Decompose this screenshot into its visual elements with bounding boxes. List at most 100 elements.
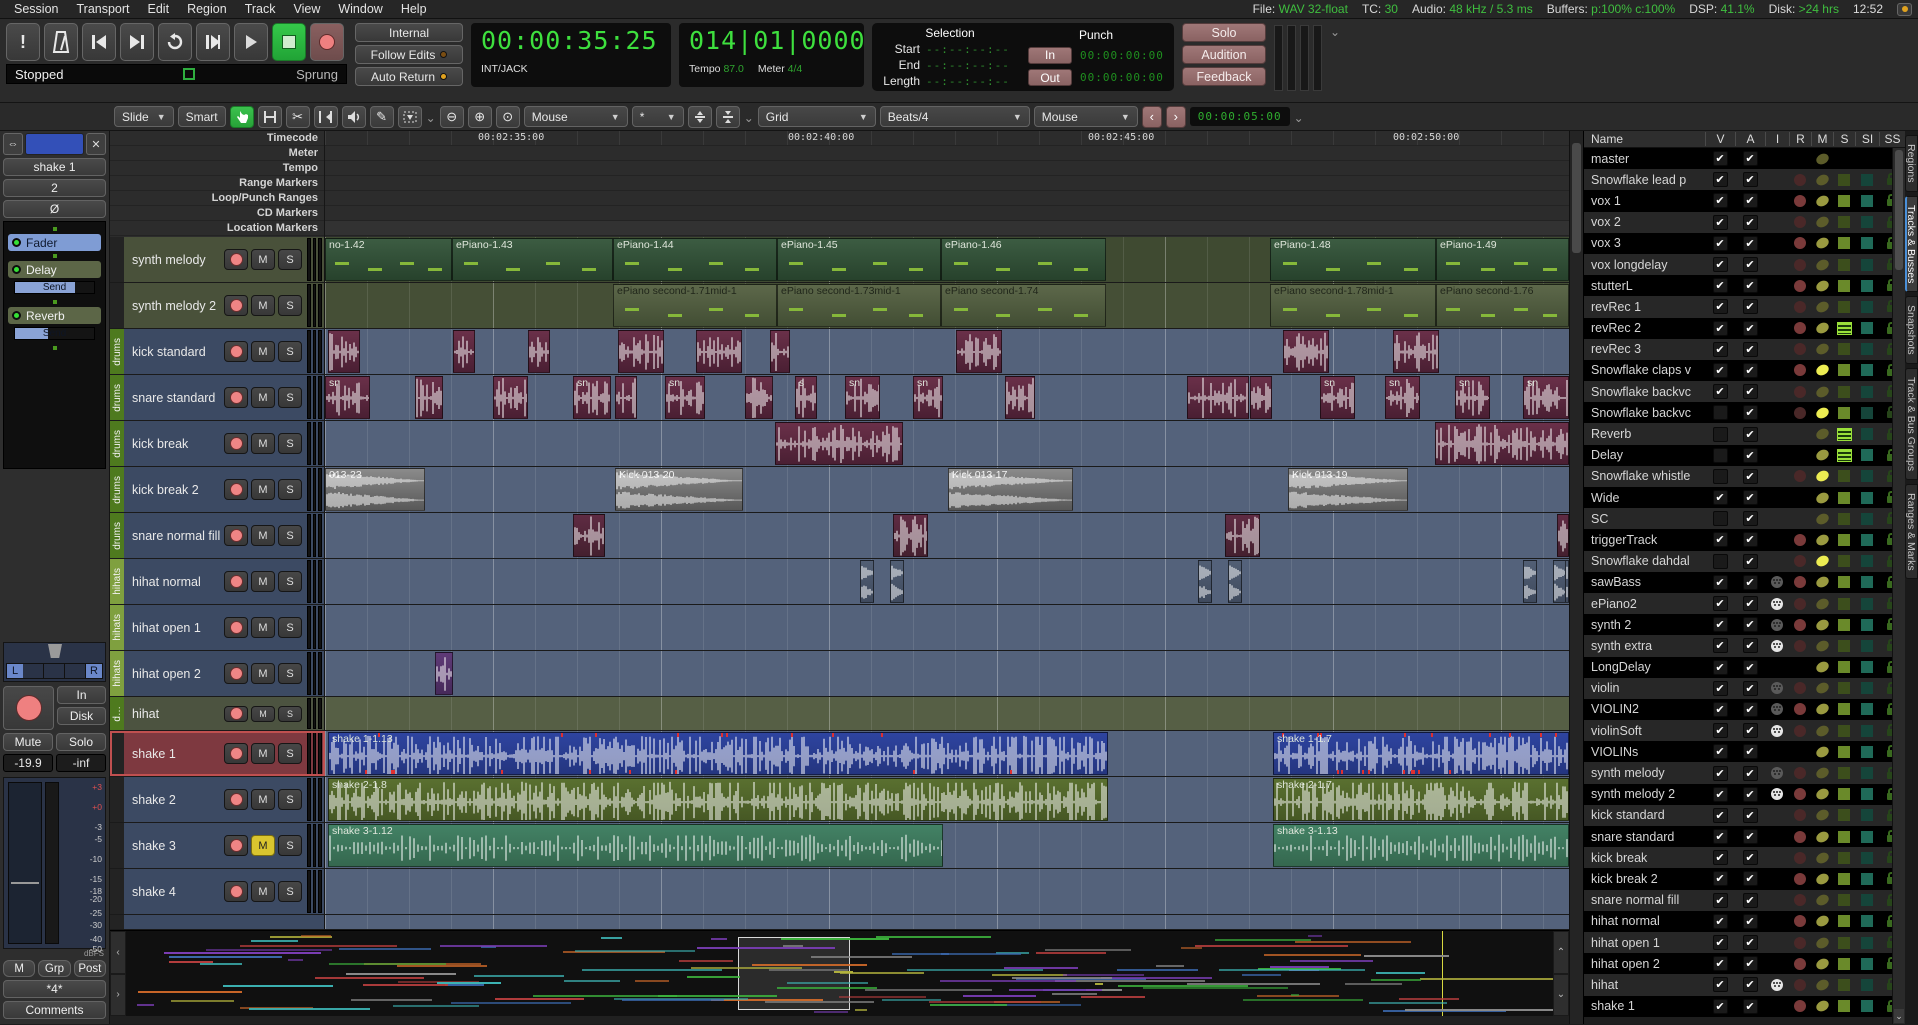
summary-zoom-in-button[interactable]: ⌃ — [1553, 931, 1569, 974]
solo-isolate-icon[interactable] — [1861, 237, 1873, 249]
region[interactable] — [1283, 330, 1329, 373]
solo-button[interactable]: Solo — [1182, 23, 1266, 42]
solo-icon[interactable] — [1838, 301, 1850, 313]
region[interactable] — [1250, 376, 1272, 419]
solo-isolate-icon[interactable] — [1861, 174, 1873, 186]
r-cell[interactable] — [1789, 343, 1811, 355]
track-record-button[interactable] — [224, 835, 248, 856]
mute-icon[interactable] — [1814, 278, 1830, 293]
track-header[interactable]: hihatshihat open 1MS — [110, 605, 325, 650]
si-cell[interactable] — [1855, 492, 1879, 504]
track-lane[interactable] — [325, 513, 1569, 558]
track-list-row[interactable]: kick break 2✔✔ — [1584, 868, 1905, 889]
ruler-labels[interactable]: TimecodeMeterTempoRange MarkersLoop/Punc… — [110, 131, 325, 237]
track-lane[interactable]: shake 2-1.8shake 2-1.7 — [325, 777, 1569, 822]
solo-icon[interactable] — [1838, 576, 1850, 588]
solo-isolate-icon[interactable] — [1861, 195, 1873, 207]
track-list-name[interactable]: Snowflake whistle — [1584, 469, 1705, 483]
mute-icon[interactable] — [1814, 808, 1830, 823]
track-list-row[interactable]: Snowflake claps v✔✔ — [1584, 360, 1905, 381]
s-cell[interactable] — [1833, 449, 1855, 462]
visible-checkbox[interactable]: ✔ — [1705, 871, 1735, 886]
mute-icon[interactable] — [1814, 405, 1830, 420]
edit-mode-dropdown[interactable]: Slide▼ — [114, 106, 174, 127]
s-cell[interactable] — [1833, 576, 1855, 588]
region-sn[interactable]: sn — [1385, 376, 1420, 419]
record-icon[interactable] — [1794, 788, 1806, 800]
track-list-row[interactable]: SC✔ — [1584, 508, 1905, 529]
record-icon[interactable] — [1794, 725, 1806, 737]
active-checkbox[interactable]: ✔ — [1735, 193, 1765, 208]
s-cell[interactable] — [1833, 915, 1855, 927]
r-cell[interactable] — [1789, 809, 1811, 821]
track-list-name[interactable]: Reverb — [1584, 427, 1705, 441]
ruler-label-tempo[interactable]: Tempo — [110, 161, 324, 176]
track-name[interactable]: kick standard — [124, 345, 224, 359]
mute-icon[interactable] — [1814, 469, 1830, 484]
mute-icon[interactable] — [1814, 321, 1830, 336]
m-cell[interactable] — [1811, 387, 1833, 397]
midi-input-icon[interactable] — [1771, 598, 1783, 610]
column-header-i[interactable]: I — [1765, 132, 1789, 146]
solo-icon[interactable] — [1838, 873, 1850, 885]
region-sn[interactable]: sn — [665, 376, 705, 419]
track-lane[interactable]: ePiano second-1.71mid-1ePiano second-1.7… — [325, 283, 1569, 328]
m-cell[interactable] — [1811, 641, 1833, 651]
s-cell[interactable] — [1833, 534, 1855, 546]
track-list-row[interactable]: vox 1✔✔ — [1584, 190, 1905, 211]
s-cell[interactable] — [1833, 322, 1855, 335]
record-icon[interactable] — [1794, 237, 1806, 249]
visible-checkbox[interactable] — [1705, 511, 1735, 526]
zoom-focus-dropdown[interactable]: Mouse▼ — [524, 106, 628, 127]
mute-icon[interactable] — [1814, 575, 1830, 590]
solo-icon[interactable] — [1838, 703, 1850, 715]
active-checkbox[interactable]: ✔ — [1735, 596, 1765, 611]
menu-window[interactable]: Window — [330, 1, 390, 17]
visible-checkbox[interactable] — [1705, 554, 1735, 569]
s-cell[interactable] — [1833, 725, 1855, 737]
si-cell[interactable] — [1855, 364, 1879, 376]
solo-isolate-icon[interactable] — [1861, 619, 1873, 631]
track-list-row[interactable]: Reverb✔ — [1584, 423, 1905, 444]
track-solo-button[interactable]: S — [278, 743, 302, 764]
expand-tracks-button[interactable] — [716, 106, 740, 128]
track-name[interactable]: hihat — [124, 707, 224, 721]
m-cell[interactable] — [1811, 429, 1833, 439]
track-mute-button[interactable]: M — [251, 743, 275, 764]
si-cell[interactable] — [1855, 831, 1879, 843]
solo-isolate-icon[interactable] — [1861, 873, 1873, 885]
mute-icon[interactable] — [1814, 787, 1830, 802]
scroll-down-arrow[interactable]: ⌄ — [1894, 1009, 1904, 1023]
menu-region[interactable]: Region — [179, 1, 235, 17]
s-cell[interactable] — [1833, 640, 1855, 652]
m-cell[interactable] — [1811, 365, 1833, 375]
active-checkbox[interactable]: ✔ — [1735, 850, 1765, 865]
record-icon[interactable] — [1794, 958, 1806, 970]
midi-panic-button[interactable]: ! — [6, 23, 40, 61]
track-list-row[interactable]: kick standard✔✔ — [1584, 805, 1905, 826]
mute-icon[interactable] — [1814, 850, 1830, 865]
meter-value[interactable]: 4/4 — [788, 63, 803, 75]
m-cell[interactable] — [1811, 154, 1833, 164]
visible-checkbox[interactable]: ✔ — [1705, 299, 1735, 314]
summary-scroll-left-button[interactable]: ‹ — [110, 931, 126, 974]
record-icon[interactable] — [1794, 831, 1806, 843]
solo-icon[interactable] — [1838, 195, 1850, 207]
region-shake-1-1.7[interactable]: shake 1-1.7 — [1273, 732, 1569, 775]
visible-checkbox[interactable]: ✔ — [1705, 766, 1735, 781]
si-cell[interactable] — [1855, 216, 1879, 228]
track-list-row[interactable]: Delay✔ — [1584, 445, 1905, 466]
solo-isolate-icon[interactable] — [1861, 703, 1873, 715]
fader-and-meter[interactable]: +3+0-3-5-10-15-18-20-25-30-40-50 — [3, 777, 106, 949]
group-strip-drums[interactable]: drums — [110, 375, 124, 420]
m-cell[interactable] — [1811, 959, 1833, 969]
mute-icon[interactable] — [1814, 342, 1830, 357]
track-list-name[interactable]: revRec 3 — [1584, 342, 1705, 356]
track-lane[interactable] — [325, 651, 1569, 696]
m-cell[interactable] — [1811, 662, 1833, 672]
solo-icon[interactable] — [1838, 894, 1850, 906]
track-lane[interactable]: shake 3-1.12shake 3-1.13 — [325, 823, 1569, 868]
active-checkbox[interactable]: ✔ — [1735, 490, 1765, 505]
group-strip-hihats[interactable]: hihats — [110, 651, 124, 696]
visible-checkbox[interactable]: ✔ — [1705, 935, 1735, 950]
